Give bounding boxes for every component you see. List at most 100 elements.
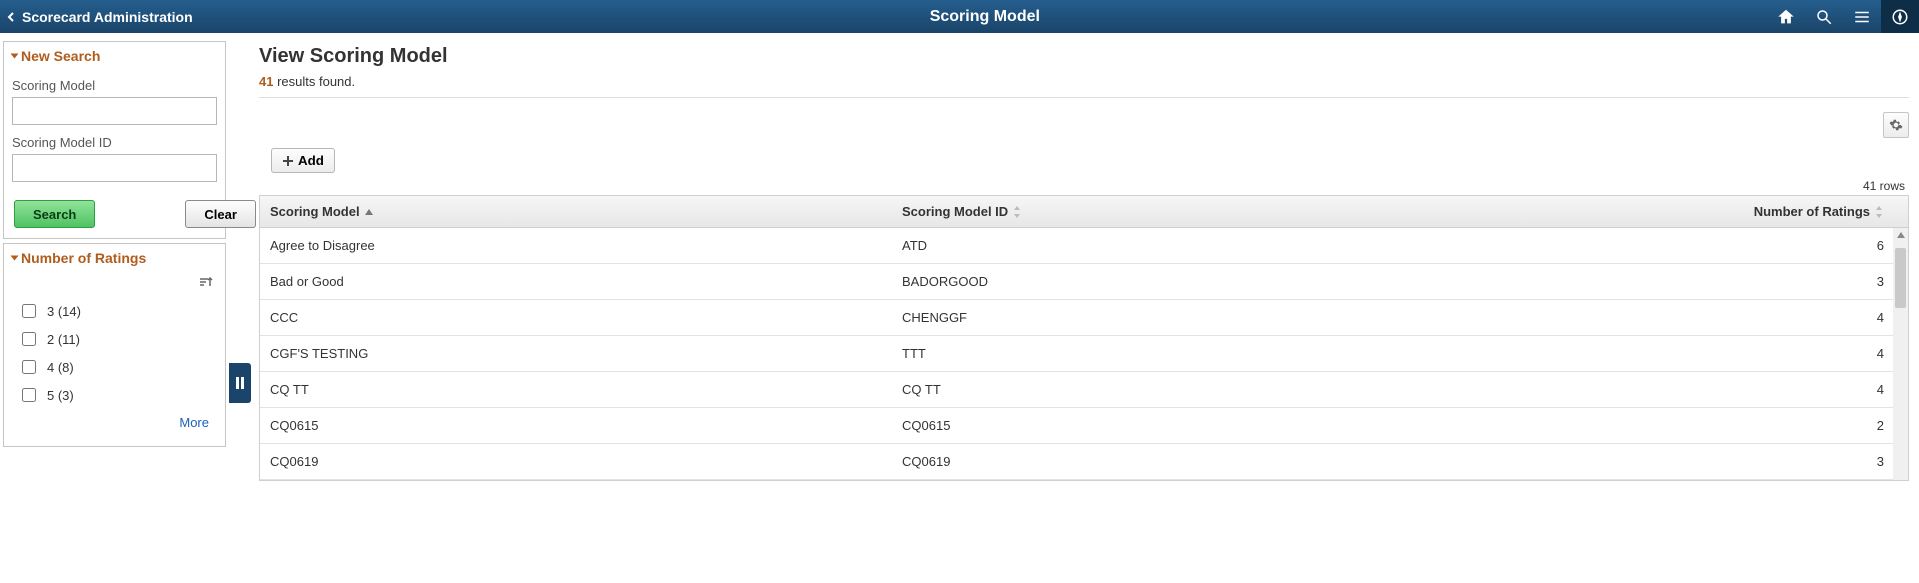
gear-icon [1889,118,1903,132]
add-button-label: Add [298,153,324,168]
results-grid: Scoring Model Scoring Model ID Number of… [259,195,1909,481]
cell-number-of-ratings: 3 [1392,444,1908,479]
cell-number-of-ratings: 6 [1392,228,1908,263]
col-header-number-of-ratings-label: Number of Ratings [1754,204,1870,219]
cell-number-of-ratings: 4 [1392,372,1908,407]
topbar-actions [1767,0,1919,33]
scroll-thumb[interactable] [1895,248,1906,308]
plus-icon [282,155,294,167]
scoring-model-input[interactable] [12,97,217,125]
table-row[interactable]: CQ0615CQ06152 [260,408,1908,444]
cell-scoring-model: CGF'S TESTING [260,336,892,371]
ratings-more: More [12,409,217,436]
cell-scoring-model: CQ0615 [260,408,892,443]
content: New Search Scoring Model Scoring Model I… [0,33,1919,481]
ratings-facet-checkbox[interactable] [22,360,36,374]
ratings-facet-item[interactable]: 2 (11) [12,325,217,353]
add-button[interactable]: Add [271,148,335,173]
col-header-scoring-model-id-label: Scoring Model ID [902,204,1008,219]
scoring-model-id-label: Scoring Model ID [12,135,217,150]
ratings-facet-checkbox[interactable] [22,388,36,402]
sort-toggle-icon [199,276,213,288]
cell-scoring-model: Bad or Good [260,264,892,299]
new-search-header[interactable]: New Search [4,42,225,70]
topbar: Scorecard Administration Scoring Model [0,0,1919,33]
cell-scoring-model-id: CQ TT [892,372,1392,407]
search-button-row: Search Clear [12,200,217,228]
ratings-facet-label: 4 (8) [47,360,74,375]
cell-scoring-model-id: TTT [892,336,1392,371]
ratings-sort-toggle[interactable] [12,276,217,291]
cell-number-of-ratings: 4 [1392,336,1908,371]
cell-scoring-model: CQ0619 [260,444,892,479]
sort-none-icon [1012,205,1022,219]
cell-number-of-ratings: 2 [1392,408,1908,443]
table-row[interactable]: CQ0619CQ06193 [260,444,1908,480]
scoring-model-id-input[interactable] [12,154,217,182]
cell-scoring-model-id: ATD [892,228,1392,263]
results-suffix: results found. [273,74,355,89]
ratings-facet-list: 3 (14) 2 (11) 4 (8) 5 (3) [12,297,217,409]
ratings-facet-checkbox[interactable] [22,332,36,346]
grid-scrollbar[interactable] [1893,228,1908,480]
search-button[interactable]: Search [14,200,95,228]
col-header-scoring-model[interactable]: Scoring Model [260,196,892,227]
menu-icon [1853,8,1871,26]
new-search-body: Scoring Model Scoring Model ID Search Cl… [4,70,225,238]
scroll-up-icon [1893,228,1908,242]
search-icon [1815,8,1833,26]
ratings-title: Number of Ratings [21,250,146,266]
col-header-number-of-ratings[interactable]: Number of Ratings [1392,196,1908,227]
results-count: 41 [259,74,273,89]
scoring-model-label: Scoring Model [12,78,217,93]
grid-settings-button[interactable] [1883,112,1909,138]
table-row[interactable]: Bad or GoodBADORGOOD3 [260,264,1908,300]
table-row[interactable]: Agree to DisagreeATD6 [260,228,1908,264]
page-title: View Scoring Model [259,45,1909,68]
row-count: 41 rows [259,179,1909,193]
breadcrumb-text: Scorecard Administration [22,9,193,25]
cell-scoring-model-id: CQ0615 [892,408,1392,443]
ratings-header[interactable]: Number of Ratings [4,244,225,272]
table-row[interactable]: CCCCHENGGF4 [260,300,1908,336]
col-header-scoring-model-label: Scoring Model [270,204,360,219]
table-row[interactable]: CGF'S TESTINGTTT4 [260,336,1908,372]
sidebar: New Search Scoring Model Scoring Model I… [0,33,229,451]
new-search-title: New Search [21,48,100,64]
results-summary: 41 results found. [259,74,1909,98]
chevron-left-icon [6,12,16,22]
cell-scoring-model: CCC [260,300,892,335]
ratings-facet-item[interactable]: 3 (14) [12,297,217,325]
table-row[interactable]: CQ TTCQ TT4 [260,372,1908,408]
cell-scoring-model: Agree to Disagree [260,228,892,263]
grid-body: Agree to DisagreeATD6Bad or GoodBADORGOO… [260,228,1908,480]
compass-button[interactable] [1881,0,1919,33]
grid-header: Scoring Model Scoring Model ID Number of… [260,196,1908,228]
add-row: Add [259,148,1909,173]
sort-asc-icon [364,207,374,217]
page-header-title: Scoring Model [203,0,1767,33]
home-icon [1777,8,1795,26]
main: View Scoring Model 41 results found. Add… [229,33,1919,481]
home-button[interactable] [1767,0,1805,33]
cell-scoring-model-id: CHENGGF [892,300,1392,335]
ratings-facet-item[interactable]: 4 (8) [12,353,217,381]
ratings-facet-checkbox[interactable] [22,304,36,318]
ratings-facet-label: 5 (3) [47,388,74,403]
breadcrumb[interactable]: Scorecard Administration [0,0,203,33]
caret-down-icon [11,54,19,59]
col-header-scoring-model-id[interactable]: Scoring Model ID [892,196,1392,227]
ratings-facet-item[interactable]: 5 (3) [12,381,217,409]
global-search-button[interactable] [1805,0,1843,33]
ratings-facet-label: 3 (14) [47,304,81,319]
sort-none-icon [1874,205,1884,219]
cell-number-of-ratings: 3 [1392,264,1908,299]
ratings-more-link[interactable]: More [179,415,209,430]
compass-icon [1891,8,1909,26]
caret-down-icon [11,256,19,261]
grid-tools [259,112,1909,138]
cell-scoring-model-id: BADORGOOD [892,264,1392,299]
ratings-body: 3 (14) 2 (11) 4 (8) 5 (3) More [4,272,225,446]
cell-scoring-model: CQ TT [260,372,892,407]
menu-button[interactable] [1843,0,1881,33]
